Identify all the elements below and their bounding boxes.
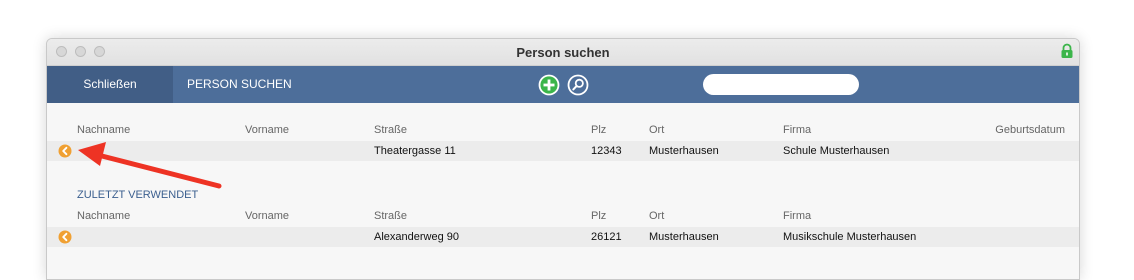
- table-row[interactable]: Theatergasse 11 12343 Musterhausen Schul…: [47, 141, 1079, 161]
- person-search-window: Person suchen Schließen PERSON SUCHEN Na…: [46, 38, 1080, 280]
- toolbar: Schließen PERSON SUCHEN: [47, 66, 1079, 103]
- column-header-strasse: Straße: [374, 124, 408, 136]
- column-header-vorname: Vorname: [245, 124, 290, 136]
- lock-icon: [1061, 43, 1073, 58]
- column-header-geburtsdatum: Geburtsdatum: [995, 124, 1065, 136]
- column-header-strasse: Straße: [374, 210, 408, 222]
- column-header-firma: Firma: [783, 124, 812, 136]
- recent-section-label: ZULETZT VERWENDET: [77, 189, 199, 201]
- cell-firma: Schule Musterhausen: [783, 145, 890, 157]
- column-header-ort: Ort: [649, 124, 665, 136]
- window-title: Person suchen: [516, 45, 610, 60]
- arrow-left-circle-icon[interactable]: [58, 230, 72, 244]
- column-header-nachname: Nachname: [77, 210, 131, 222]
- column-header-firma: Firma: [783, 210, 812, 222]
- title-bar: Person suchen: [47, 39, 1079, 66]
- plus-circle-icon[interactable]: [538, 74, 560, 96]
- magnifier-icon[interactable]: [567, 74, 589, 96]
- cell-plz: 12343: [591, 145, 622, 157]
- recent-header: Nachname Vorname Straße Plz Ort Firma: [47, 206, 1079, 226]
- cell-ort: Musterhausen: [649, 145, 719, 157]
- column-header-ort: Ort: [649, 210, 665, 222]
- cell-ort: Musterhausen: [649, 231, 719, 243]
- cell-firma: Musikschule Musterhausen: [783, 231, 917, 243]
- toolbar-title: PERSON SUCHEN: [187, 77, 292, 91]
- arrow-left-circle-icon[interactable]: [58, 144, 72, 158]
- column-header-plz: Plz: [591, 124, 607, 136]
- column-header-plz: Plz: [591, 210, 607, 222]
- cell-plz: 26121: [591, 231, 622, 243]
- column-header-nachname: Nachname: [77, 124, 131, 136]
- cell-strasse: Theatergasse 11: [374, 145, 456, 157]
- search-input[interactable]: [703, 74, 859, 95]
- column-header-vorname: Vorname: [245, 210, 290, 222]
- recent-row[interactable]: Alexanderweg 90 26121 Musterhausen Musik…: [47, 227, 1079, 247]
- results-header: Nachname Vorname Straße Plz Ort Firma Ge…: [47, 120, 1079, 140]
- cell-strasse: Alexanderweg 90: [374, 231, 460, 243]
- close-button[interactable]: Schließen: [47, 66, 173, 103]
